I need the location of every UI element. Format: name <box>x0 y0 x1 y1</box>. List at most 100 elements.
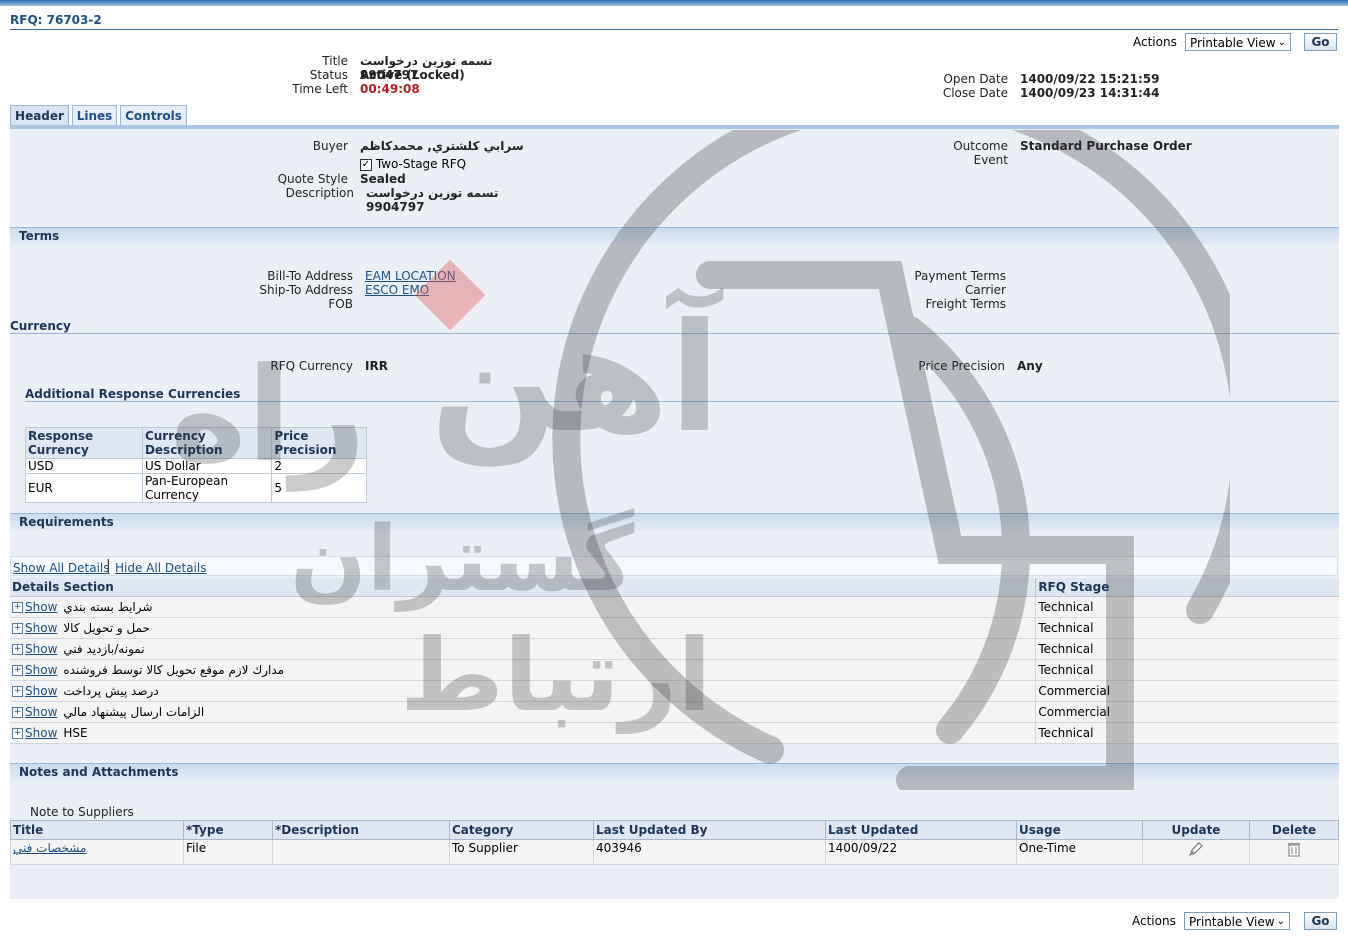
actions-label: Actions <box>1133 35 1177 49</box>
stage-cell: Technical <box>1035 617 1339 639</box>
bill-to-label: Bill-To Address <box>267 269 353 283</box>
tab-header[interactable]: Header <box>10 105 69 125</box>
freight-terms-label: Freight Terms <box>925 297 1007 311</box>
stage-cell: Technical <box>1035 596 1339 618</box>
tab-controls[interactable]: Controls <box>120 105 187 125</box>
bottom-actions-label: Actions <box>1132 914 1176 928</box>
show-link[interactable]: Show <box>25 705 57 719</box>
quote-style-value: Sealed <box>360 172 406 186</box>
show-link[interactable]: Show <box>25 684 57 698</box>
update-cell <box>1142 839 1250 865</box>
title-label: Title <box>322 54 348 68</box>
section-cell: الزامات ارسال پيشنهاد مالي <box>61 701 1036 723</box>
show-link[interactable]: Show <box>25 663 57 677</box>
column-header: Last Updated By <box>593 820 826 840</box>
table-row: + Show حمل و تحويل كالا Technical <box>10 617 1339 639</box>
pencil-icon[interactable] <box>1188 841 1204 857</box>
table-row: + Show HSE Technical <box>10 722 1339 744</box>
table-header-row: Response Currency Currency Description P… <box>25 427 367 459</box>
description-label: Description <box>285 186 354 200</box>
close-date-label: Close Date <box>942 86 1008 100</box>
stage-cell: Commercial <box>1035 701 1339 723</box>
attachments-table: Title *Type *Description Category Last U… <box>10 820 1339 865</box>
details-cell: + Show <box>10 722 62 744</box>
details-cell: + Show <box>10 659 62 681</box>
column-header: Details <box>10 578 62 597</box>
expand-icon[interactable]: + <box>12 644 23 655</box>
section-cell: نمونه/بازديد فني <box>61 638 1036 660</box>
rfq-currency-label: RFQ Currency <box>270 359 353 373</box>
section-text: HSE <box>63 726 88 740</box>
table-row: + Show شرايط بسته بندي Technical <box>10 596 1339 618</box>
price-precision-label: Price Precision <box>918 359 1005 373</box>
time-left-label: Time Left <box>292 82 348 96</box>
stage-cell: Commercial <box>1035 680 1339 702</box>
last-updated-cell: 1400/09/22 <box>825 839 1017 865</box>
table-row: + Show نمونه/بازديد فني Technical <box>10 638 1339 660</box>
column-header: Category <box>449 820 594 840</box>
chevron-down-icon: ⌄ <box>1277 37 1286 48</box>
show-link[interactable]: Show <box>25 726 57 740</box>
bottom-go-button[interactable]: Go <box>1304 912 1337 930</box>
carrier-label: Carrier <box>964 283 1006 297</box>
ship-to-link[interactable]: ESCO EMO <box>365 283 429 297</box>
bottom-actions-select-value: Printable View <box>1189 915 1275 929</box>
description-value: تسمه توزین درخواست 9904797 <box>366 186 499 214</box>
column-header: Usage <box>1016 820 1143 840</box>
show-all-details-link[interactable]: Show All Details <box>13 561 110 575</box>
show-link[interactable]: Show <box>25 621 57 635</box>
expand-icon[interactable]: + <box>12 665 23 676</box>
stage-cell: Technical <box>1035 722 1339 744</box>
section-text: نمونه/بازديد فني <box>63 642 145 656</box>
column-header: *Description <box>272 820 450 840</box>
column-header: Last Updated <box>825 820 1017 840</box>
show-link[interactable]: Show <box>25 600 57 614</box>
fob-label: FOB <box>328 297 353 311</box>
expand-icon[interactable]: + <box>12 728 23 739</box>
attachment-title-link[interactable]: مشخصات فني <box>13 841 86 855</box>
table-cell: EUR <box>25 473 143 503</box>
trash-icon[interactable] <box>1286 841 1302 857</box>
description-cell <box>272 839 450 865</box>
section-text: الزامات ارسال پيشنهاد مالي <box>63 705 205 719</box>
table-row: EUR Pan-European Currency 5 <box>25 473 367 503</box>
bill-to-link[interactable]: EAM LOCATION <box>365 269 456 283</box>
expand-icon[interactable]: + <box>12 707 23 718</box>
details-cell: + Show <box>10 596 62 618</box>
expand-icon[interactable]: + <box>12 602 23 613</box>
table-header-row: Title *Type *Description Category Last U… <box>10 820 1339 840</box>
section-cell: HSE <box>61 722 1036 744</box>
quote-style-label: Quote Style <box>277 172 348 186</box>
tab-lines[interactable]: Lines <box>72 105 117 125</box>
two-stage-row: ✓ Two-Stage RFQ <box>360 157 466 171</box>
section-text: شرايط بسته بندي <box>63 600 153 614</box>
column-header: Response Currency <box>25 427 143 459</box>
requirements-table: Details Section RFQ Stage + Show شرايط بس… <box>10 578 1339 744</box>
two-stage-checkbox[interactable]: ✓ <box>360 158 372 171</box>
column-header: Section <box>61 578 1036 597</box>
table-row: USD US Dollar 2 <box>25 458 367 474</box>
table-cell: 2 <box>271 458 367 474</box>
go-button[interactable]: Go <box>1304 33 1337 51</box>
bottom-actions-select[interactable]: Printable View ⌄ <box>1184 912 1290 930</box>
actions-select[interactable]: Printable View ⌄ <box>1185 33 1291 51</box>
event-label: Event <box>973 153 1008 167</box>
stage-cell: Technical <box>1035 638 1339 660</box>
column-header: Price Precision <box>271 427 367 459</box>
chevron-down-icon: ⌄ <box>1276 916 1285 927</box>
table-row: + Show درصد پيش پرداخت Commercial <box>10 680 1339 702</box>
note-to-suppliers-label: Note to Suppliers <box>30 805 134 819</box>
hide-all-details-link[interactable]: Hide All Details <box>115 561 206 575</box>
page-title: RFQ: 76703-2 <box>10 13 102 27</box>
title-cell: مشخصات فني <box>10 839 184 865</box>
close-date-value: 1400/09/23 14:31:44 <box>1020 86 1160 100</box>
stage-cell: Technical <box>1035 659 1339 681</box>
table-cell: USD <box>25 458 143 474</box>
table-row: + Show الزامات ارسال پيشنهاد مالي Commerc… <box>10 701 1339 723</box>
top-accent-bar <box>0 0 1348 6</box>
show-link[interactable]: Show <box>25 642 57 656</box>
table-cell: US Dollar <box>141 458 273 474</box>
expand-icon[interactable]: + <box>12 623 23 634</box>
expand-icon[interactable]: + <box>12 686 23 697</box>
terms-section-header: Terms <box>10 227 1339 244</box>
